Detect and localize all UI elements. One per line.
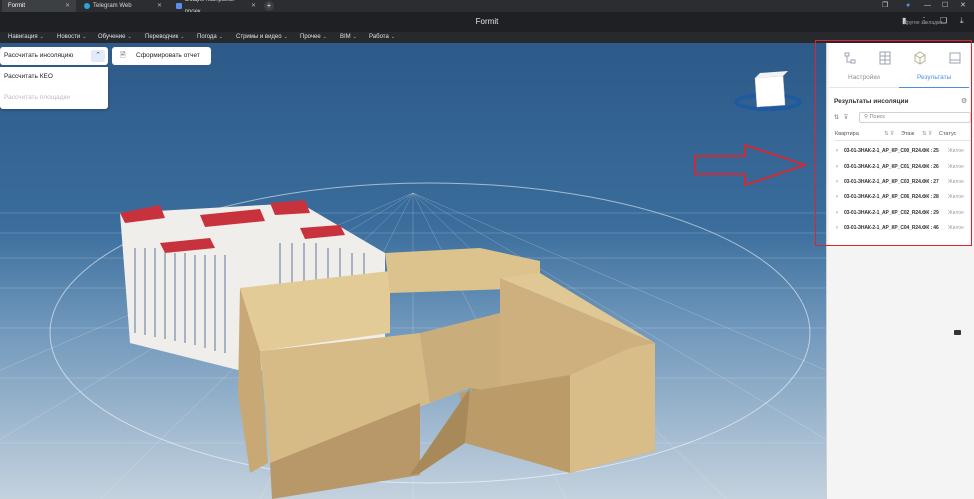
bookmark-folder-translator[interactable]: Переводчик ⌄ xyxy=(145,32,184,43)
bookmark-folder-work[interactable]: Работа ⌄ xyxy=(369,32,395,43)
browser-tab-bar: Formit ✕ Telegram Web ✕ Общие настройки … xyxy=(0,0,974,15)
bookmark-folder-bim[interactable]: BIM ⌄ xyxy=(340,32,357,43)
close-icon[interactable]: ✕ xyxy=(65,0,70,12)
window-title: Formit xyxy=(475,17,499,26)
tab-telegram[interactable]: Telegram Web ✕ xyxy=(78,0,168,12)
bookmark-folder-navigation[interactable]: Навигация ⌄ xyxy=(8,32,44,43)
bookmark-folder-other[interactable]: Прочее ⌄ xyxy=(300,32,327,43)
generate-report-button[interactable]: 🗎 Сформировать отчет xyxy=(112,47,211,65)
calc-options-menu: Рассчитать КЕО Рассчитать площадки xyxy=(0,67,108,109)
bookmark-label: Работа xyxy=(369,34,389,40)
insolation-dropdown[interactable]: Рассчитать инсоляцию ⌃ xyxy=(0,47,108,65)
download-icon[interactable]: ⤓ xyxy=(960,16,964,26)
bookmark-folder-news[interactable]: Новости ⌄ xyxy=(57,32,86,43)
chevron-up-icon[interactable]: ⌃ xyxy=(91,50,105,62)
document-icon: 🗎 xyxy=(120,52,126,59)
view-cube xyxy=(734,71,802,111)
report-button-label: Сформировать отчет xyxy=(136,52,200,59)
tab-label: Formit xyxy=(8,3,25,9)
bookmark-label: Обучение xyxy=(98,34,126,40)
tab-settings-page[interactable]: Общие настройки проек ✕ xyxy=(170,0,262,15)
menu-item-keo[interactable]: Рассчитать КЕО xyxy=(4,73,53,80)
bookmark-label: Новости xyxy=(57,34,81,40)
bookmark-label: Переводчик xyxy=(145,34,179,40)
new-tab-button[interactable]: + xyxy=(264,1,274,11)
bookmark-label: Погода xyxy=(197,34,217,40)
other-bookmarks-link[interactable]: Другие закладки xyxy=(904,20,942,26)
tab-formit[interactable]: Formit ✕ xyxy=(2,0,76,12)
page-icon xyxy=(176,3,182,9)
scene-graphic xyxy=(0,71,826,499)
tab-label: Telegram Web xyxy=(93,3,132,9)
bookmark-label: Прочее xyxy=(300,34,321,40)
annotation-arrow xyxy=(694,143,808,187)
keyboard-icon[interactable] xyxy=(954,330,961,335)
bookmark-folder-weather[interactable]: Погода ⌄ xyxy=(197,32,223,43)
highlight-frame xyxy=(815,40,972,246)
telegram-icon xyxy=(84,3,90,9)
bookmark-folder-streams[interactable]: Стримы и видео ⌄ xyxy=(236,32,288,43)
tab-search-icon[interactable]: ❐ xyxy=(882,0,888,12)
window-close-icon[interactable]: ✕ xyxy=(960,0,966,12)
menu-item-areas[interactable]: Рассчитать площадки xyxy=(4,94,70,101)
close-icon[interactable]: ✕ xyxy=(251,0,256,12)
massing-volumes xyxy=(238,248,655,499)
title-bar: Formit ▮ ⋮ ❏ ⤓ Другие закладки xyxy=(0,12,974,32)
maximize-icon[interactable]: ☐ xyxy=(942,0,948,12)
close-icon[interactable]: ✕ xyxy=(157,0,162,12)
bookmark-label: Стримы и видео xyxy=(236,34,282,40)
profile-icon[interactable]: ● xyxy=(906,0,910,12)
viewcube-label: КО xyxy=(760,107,769,113)
3d-viewport[interactable]: КО Рассчитать инсоляцию ⌃ 🗎 Сформировать… xyxy=(0,43,826,499)
dropdown-label: Рассчитать инсоляцию xyxy=(4,52,74,59)
bookmark-label: Навигация xyxy=(8,34,38,40)
minimize-icon[interactable]: — xyxy=(924,0,931,12)
bookmark-folder-learning[interactable]: Обучение ⌄ xyxy=(98,32,132,43)
bookmark-label: BIM xyxy=(340,34,351,40)
